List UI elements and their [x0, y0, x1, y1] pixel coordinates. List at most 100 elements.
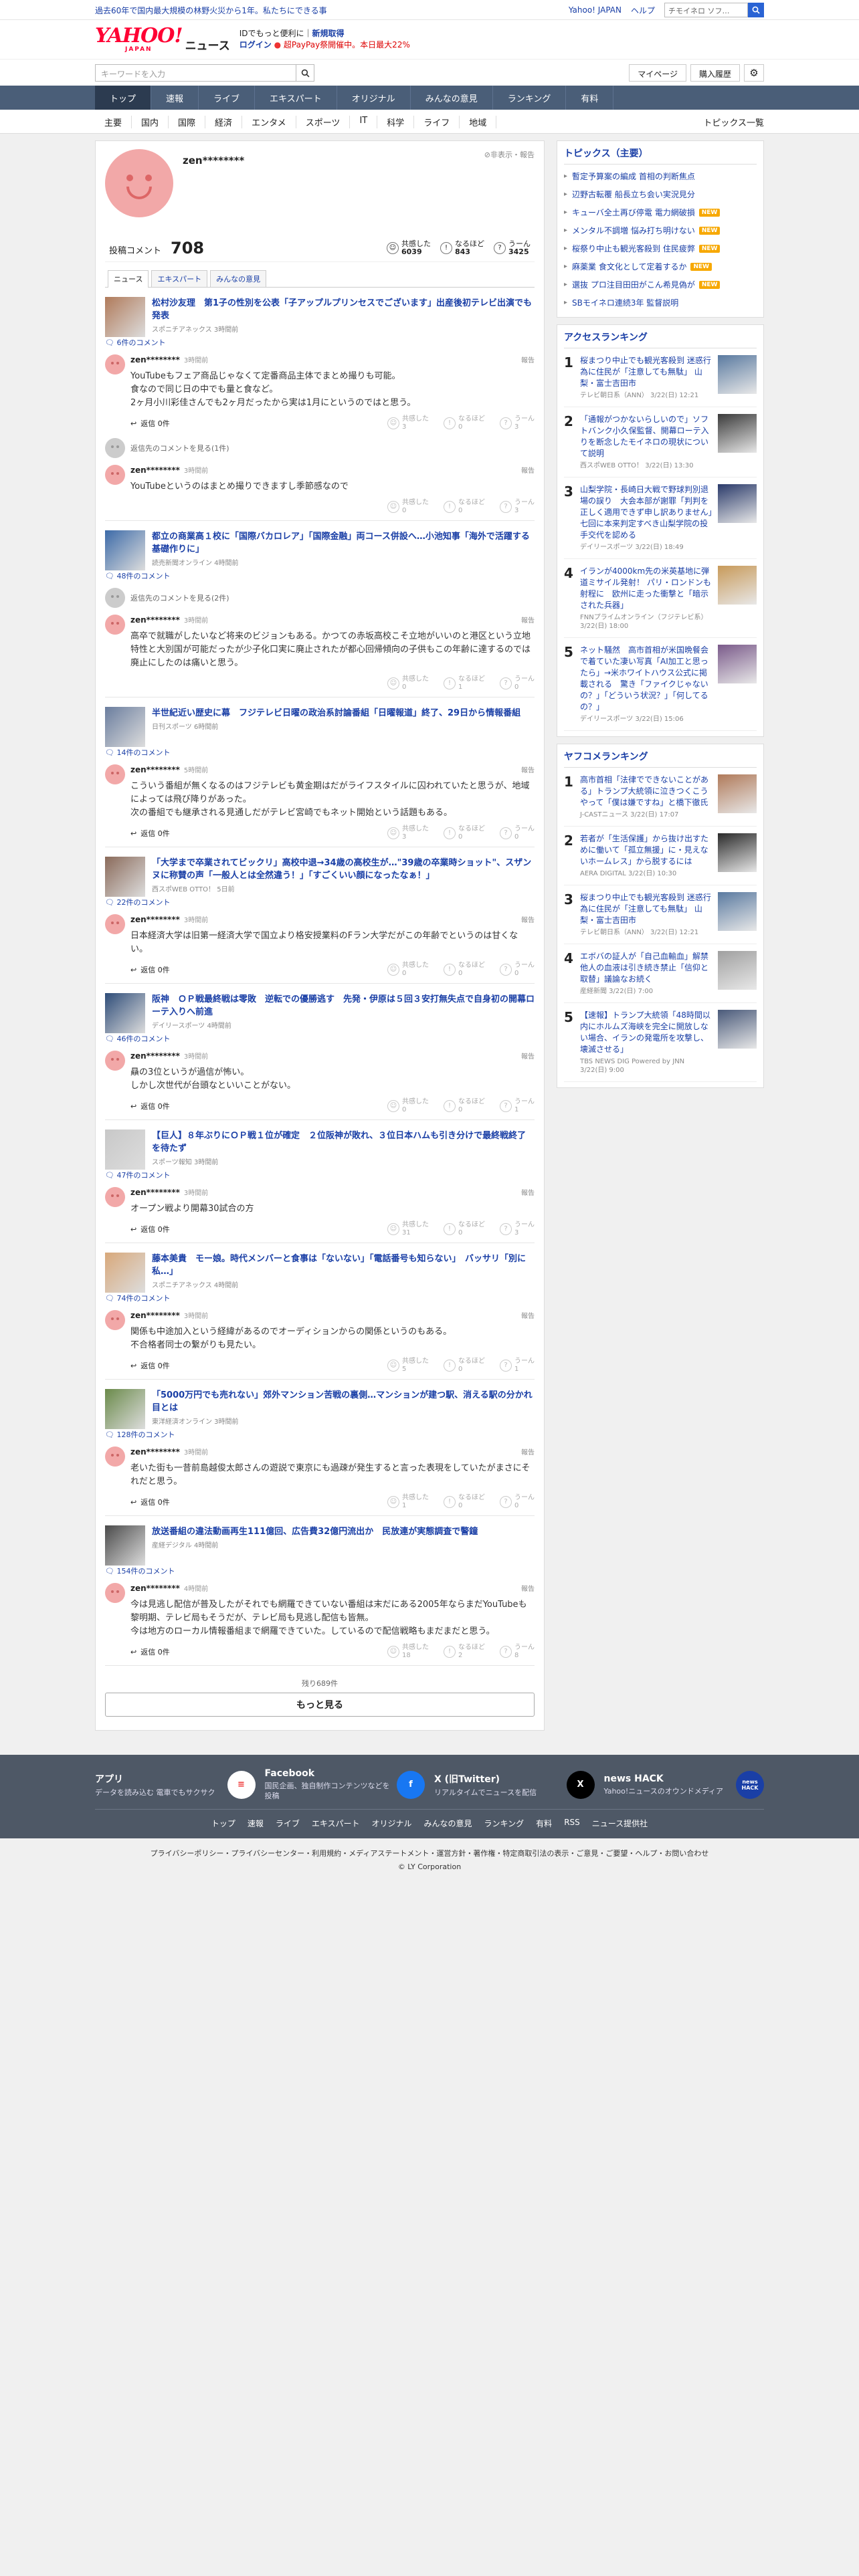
category-item[interactable]: 国際 [169, 115, 206, 128]
article-thumbnail[interactable] [105, 1253, 145, 1293]
hide-report-link[interactable]: ⊘非表示・報告 [484, 149, 535, 160]
category-item[interactable]: IT [350, 115, 378, 128]
comment-report-link[interactable]: 報告 [521, 1446, 535, 1457]
load-more-button[interactable]: もっと見る [105, 1693, 535, 1717]
gnav-item[interactable]: みんなの意見 [411, 86, 493, 110]
ranking-item[interactable]: 3 桜まつり中止でも観光客殺到 迷惑行為に住民が「注意しても無駄」 山梨・富士吉田… [564, 885, 757, 944]
view-parent-comment-link[interactable]: 返信先のコメントを見る(1件) [105, 438, 535, 458]
topic-link[interactable]: キューバ全土再び停電 電力網破損NEW [564, 203, 757, 221]
reply-button[interactable]: ↩ 返信 0件 [130, 964, 170, 975]
article-title-link[interactable]: 放送番組の違法動画再生111億回、広告費32億円流出か 民放連が実態調査で警鐘 [152, 1527, 478, 1537]
help-link[interactable]: ヘルプ [631, 5, 655, 16]
ranking-item[interactable]: 1 高市首相「法律でできないことがある」トランプ大統領に泣きつくこうやって「僕は嫌… [564, 768, 757, 827]
comment-report-link[interactable]: 報告 [521, 354, 535, 364]
comment-count-link[interactable]: 🗨 47件のコメント [105, 1171, 170, 1180]
gnav-item[interactable]: 速報 [151, 86, 199, 110]
topic-link[interactable]: 桜祭り中止も観光客殺到 住民疲弊NEW [564, 239, 757, 257]
category-item[interactable]: スポーツ [296, 115, 351, 128]
article-thumbnail[interactable] [105, 993, 145, 1033]
reply-button[interactable]: ↩ 返信 0件 [130, 1646, 170, 1657]
comment-reaction-button[interactable]: ? うーん 1 [500, 1098, 535, 1114]
reply-button[interactable]: ↩ 返信 0件 [130, 1101, 170, 1111]
footer-nav-link[interactable]: ランキング [484, 1818, 524, 1829]
comment-count-link[interactable]: 🗨 128件のコメント [105, 1430, 175, 1439]
comment-reaction-button[interactable]: ? うーん 0 [500, 825, 535, 841]
comment-report-link[interactable]: 報告 [521, 764, 535, 774]
comment-reaction-button[interactable]: ? うーん 0 [500, 675, 535, 691]
signup-link[interactable]: 新規取得 [312, 29, 345, 38]
gnav-item[interactable]: 有料 [566, 86, 614, 110]
wildfire-notice-link[interactable]: 過去60年で国内最大規模の林野火災から1年。私たちにできる事 [95, 5, 327, 16]
comment-count-link[interactable]: 🗨 22件のコメント [105, 898, 170, 907]
category-item[interactable]: 主要 [95, 115, 132, 128]
article-title-link[interactable]: 半世紀近い歴史に幕 フジテレビ日曜の政治系討論番組「日曜報道」終了、29日から情… [152, 708, 520, 718]
comment-reaction-button[interactable]: ? うーん 3 [500, 499, 535, 515]
comment-reaction-button[interactable]: ☺ 共感した 5 [387, 1358, 429, 1374]
category-item[interactable]: 地域 [460, 115, 497, 128]
comment-reaction-button[interactable]: ! なるほど 0 [444, 1358, 485, 1374]
comment-reaction-button[interactable]: ? うーん 8 [500, 1644, 535, 1660]
view-parent-comment-link[interactable]: 返信先のコメントを見る(2件) [105, 588, 535, 608]
reply-button[interactable]: ↩ 返信 0件 [130, 1224, 170, 1235]
gnav-item[interactable]: ランキング [493, 86, 567, 110]
comment-count-link[interactable]: 🗨 14件のコメント [105, 748, 170, 757]
ranking-item[interactable]: 3 山梨学院・長崎日大戦で野球判別退場の誤り 大会本部が謝罪「判判を正しく適用でき… [564, 477, 757, 559]
mypage-button[interactable]: マイページ [629, 64, 686, 82]
comment-report-link[interactable]: 報告 [521, 1583, 535, 1593]
comment-reaction-button[interactable]: ! なるほど 0 [444, 499, 485, 515]
comment-reaction-button[interactable]: ☺ 共感した 3 [387, 415, 429, 431]
footer-nav-link[interactable]: エキスパート [312, 1818, 360, 1829]
comment-reaction-button[interactable]: ? うーん 0 [500, 962, 535, 978]
purchase-history-button[interactable]: 購入履歴 [690, 64, 740, 82]
comment-reaction-button[interactable]: ☺ 共感した 0 [387, 962, 429, 978]
comment-report-link[interactable]: 報告 [521, 615, 535, 625]
legal-links[interactable]: プライバシーポリシー・プライバシーセンター・利用規約・メディアステートメント・運… [95, 1838, 764, 1858]
article-title-link[interactable]: 松村沙友理 第1子の性別を公表「子アップルプリンセスでございます」出産後初テレビ… [152, 298, 532, 321]
topic-link[interactable]: SBモイネロ連続3年 監督説明 [564, 294, 757, 312]
web-search-input[interactable]: チモイネロ ソフ… [664, 3, 748, 17]
comment-count-link[interactable]: 🗨 6件のコメント [105, 338, 165, 347]
article-title-link[interactable]: 都立の商業高１校に「国際バカロレア」「国際金融」両コース併設へ…小池知事「海外で… [152, 532, 530, 554]
profile-tab[interactable]: エキスパート [151, 270, 208, 287]
paypay-promo-link[interactable]: 超PayPay祭開催中。本日最大22% [284, 40, 410, 49]
article-thumbnail[interactable] [105, 707, 145, 747]
yahoo-news-logo[interactable]: YAHOO! JAPAN ニュース [95, 26, 230, 53]
footer-nav-link[interactable]: RSS [564, 1818, 580, 1829]
category-item[interactable]: 国内 [132, 115, 169, 128]
comment-count-link[interactable]: 🗨 74件のコメント [105, 1294, 170, 1303]
category-item[interactable]: 経済 [205, 115, 243, 128]
ranking-item[interactable]: 4 エボバの証人が「自己血輸血」解禁 他人の血液は引き続き禁止「信仰と取替」議論な… [564, 944, 757, 1003]
web-search-button[interactable] [748, 3, 764, 17]
article-title-link[interactable]: 阪神 ＯＰ戦最終戦は零敗 逆転での優勝逃す 先発・伊原は５回３安打無失点で自身初… [152, 994, 535, 1017]
article-title-link[interactable]: 藤本美貴 モー娘。時代メンバーと食事は「ないない」「電話番号も知らない」 バッサ… [152, 1254, 526, 1277]
ranking-item[interactable]: 5 【速報】トランプ大統領「48時間以内にホルムズ海峡を完全に開放しない場合、イラ… [564, 1003, 757, 1082]
comment-reaction-button[interactable]: ☺ 共感した 1 [387, 1494, 429, 1510]
ranking-item[interactable]: 5 ネット騒然 高市首相が米国晩餐会で着ていた凄い写真「AI加工と思ったら」→米ホ… [564, 638, 757, 731]
topics-list-link[interactable]: トピックス一覧 [703, 116, 764, 128]
topic-link[interactable]: 選抜 プロ注目田田がこん希見偽がNEW [564, 276, 757, 294]
article-thumbnail[interactable] [105, 530, 145, 570]
footer-nav-link[interactable]: みんなの意見 [424, 1818, 472, 1829]
topic-link[interactable]: 麻薬業 食文化として定着するかNEW [564, 257, 757, 276]
reply-button[interactable]: ↩ 返信 0件 [130, 1360, 170, 1371]
gnav-item[interactable]: オリジナル [337, 86, 411, 110]
topic-link[interactable]: 暫定予算案の編成 首相の判断焦点 [564, 167, 757, 185]
news-search-button[interactable] [296, 64, 314, 82]
comment-reaction-button[interactable]: ? うーん 3 [500, 1221, 535, 1237]
gnav-item[interactable]: ライブ [199, 86, 256, 110]
comment-reaction-button[interactable]: ! なるほど 0 [444, 962, 485, 978]
comment-report-link[interactable]: 報告 [521, 465, 535, 475]
yahoo-japan-link[interactable]: Yahoo! JAPAN [569, 5, 622, 15]
comment-reaction-button[interactable]: ! なるほど 0 [444, 1098, 485, 1114]
comment-report-link[interactable]: 報告 [521, 1051, 535, 1061]
article-thumbnail[interactable] [105, 297, 145, 337]
category-item[interactable]: 科学 [377, 115, 415, 128]
comment-reaction-button[interactable]: ☺ 共感した 0 [387, 1098, 429, 1114]
ranking-item[interactable]: 1 桜まつり中止でも観光客殺到 迷惑行為に住民が「注意しても無駄」 山梨・富士吉田… [564, 348, 757, 407]
footer-nav-link[interactable]: 有料 [536, 1818, 552, 1829]
profile-tab[interactable]: ニュース [108, 270, 149, 288]
comment-reaction-button[interactable]: ? うーん 3 [500, 415, 535, 431]
comment-reaction-button[interactable]: ☺ 共感した 3 [387, 825, 429, 841]
ranking-item[interactable]: 2 「通報がつかないらしいので」ソフトバンク小久保監督、開幕ローテ入りを断念したモ… [564, 407, 757, 477]
gnav-item[interactable]: トップ [95, 86, 152, 110]
